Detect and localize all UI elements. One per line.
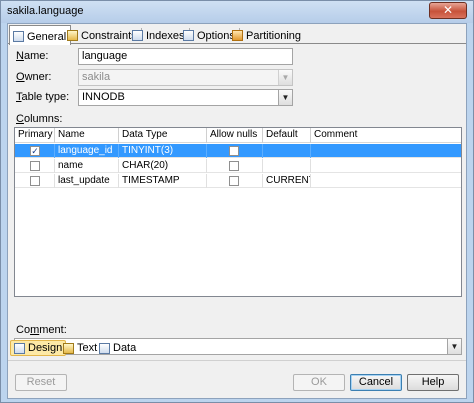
reset-button[interactable]: Reset xyxy=(15,374,67,391)
view-tab-label: Design xyxy=(28,342,63,354)
header-data-type[interactable]: Data Type xyxy=(119,128,207,143)
options-icon xyxy=(183,30,194,41)
owner-value: sakila xyxy=(82,71,111,83)
view-tabs: Design Text Data xyxy=(8,339,466,357)
dialog-client: General Constraints Indexes Options Part… xyxy=(7,23,467,399)
comment-cell[interactable] xyxy=(311,159,461,173)
help-button[interactable]: Help xyxy=(407,374,459,391)
column-name-cell[interactable]: last_update xyxy=(55,174,119,188)
allow-nulls-checkbox[interactable] xyxy=(229,146,239,156)
chevron-down-icon: ▼ xyxy=(278,70,292,85)
columns-label: Columns: xyxy=(16,113,63,125)
table-type-value: INNODB xyxy=(82,91,125,103)
table-icon xyxy=(13,31,24,42)
tab-label: General xyxy=(27,30,67,43)
key-icon xyxy=(67,30,78,41)
tab-strip: General Constraints Indexes Options Part… xyxy=(8,24,466,45)
tab-general[interactable]: General xyxy=(9,25,72,45)
table-row[interactable]: ✓ language_id TINYINT(3) xyxy=(15,144,461,158)
comment-cell[interactable] xyxy=(311,174,461,188)
header-name[interactable]: Name xyxy=(55,128,119,143)
header-primary[interactable]: Primary xyxy=(15,128,55,143)
primary-cell xyxy=(15,174,55,188)
default-cell[interactable]: CURRENT... xyxy=(263,174,311,188)
primary-cell xyxy=(15,159,55,173)
comment-cell[interactable] xyxy=(311,144,461,158)
default-cell[interactable] xyxy=(263,144,311,158)
title-bar[interactable]: sakila.language ✕ xyxy=(1,1,473,23)
data-type-cell[interactable]: TINYINT(3) xyxy=(119,144,207,158)
primary-cell: ✓ xyxy=(15,144,55,158)
general-panel: Name: language Owner: sakila ▼ Table typ… xyxy=(8,45,466,355)
data-type-cell[interactable]: TIMESTAMP xyxy=(119,174,207,188)
data-grid-icon xyxy=(99,342,110,354)
allow-nulls-cell xyxy=(207,174,263,188)
name-label: Name: xyxy=(16,50,49,62)
view-tab-label: Text xyxy=(77,342,98,354)
view-tab-text[interactable]: Text xyxy=(60,340,100,356)
footer-divider xyxy=(8,360,466,361)
header-comment[interactable]: Comment xyxy=(311,128,461,143)
allow-nulls-cell xyxy=(207,159,263,173)
index-icon xyxy=(132,30,143,41)
default-cell[interactable] xyxy=(263,159,311,173)
table-editor-window: sakila.language ✕ General Constraints In… xyxy=(0,0,474,403)
name-input[interactable]: language xyxy=(78,48,293,65)
design-icon xyxy=(14,342,25,354)
view-tab-data[interactable]: Data xyxy=(96,340,139,356)
tab-label: Partitioning xyxy=(246,29,302,42)
text-icon xyxy=(63,342,74,354)
allow-nulls-cell xyxy=(207,144,263,158)
data-type-cell[interactable]: CHAR(20) xyxy=(119,159,207,173)
primary-checkbox[interactable]: ✓ xyxy=(30,146,40,156)
columns-grid[interactable]: Primary Name Data Type Allow nulls Defau… xyxy=(14,127,462,297)
tab-partitioning[interactable]: Partitioning xyxy=(229,25,305,44)
table-row[interactable]: name CHAR(20) xyxy=(15,159,461,173)
owner-label: Owner: xyxy=(16,71,52,83)
table-row[interactable]: last_update TIMESTAMP CURRENT... xyxy=(15,174,461,188)
header-default[interactable]: Default xyxy=(263,128,311,143)
close-button[interactable]: ✕ xyxy=(429,2,467,19)
tab-label: Indexes xyxy=(146,29,185,42)
allow-nulls-checkbox[interactable] xyxy=(229,161,239,171)
grid-header: Primary Name Data Type Allow nulls Defau… xyxy=(15,128,461,143)
primary-checkbox[interactable] xyxy=(30,176,40,186)
cancel-button[interactable]: Cancel xyxy=(350,374,402,391)
view-tab-design[interactable]: Design xyxy=(10,340,67,356)
header-allow-nulls[interactable]: Allow nulls xyxy=(207,128,263,143)
window-title: sakila.language xyxy=(7,5,84,17)
chevron-down-icon[interactable]: ▼ xyxy=(278,90,292,105)
partition-icon xyxy=(232,30,243,41)
column-name-cell[interactable]: language_id xyxy=(55,144,119,158)
owner-select: sakila ▼ xyxy=(78,69,293,86)
primary-checkbox[interactable] xyxy=(30,161,40,171)
table-type-select[interactable]: INNODB ▼ xyxy=(78,89,293,106)
view-tab-label: Data xyxy=(113,342,137,354)
ok-button[interactable]: OK xyxy=(293,374,345,391)
close-icon: ✕ xyxy=(442,3,454,17)
comment-label: Comment: xyxy=(16,324,67,336)
table-type-label: Table type: xyxy=(16,91,70,103)
allow-nulls-checkbox[interactable] xyxy=(229,176,239,186)
column-name-cell[interactable]: name xyxy=(55,159,119,173)
